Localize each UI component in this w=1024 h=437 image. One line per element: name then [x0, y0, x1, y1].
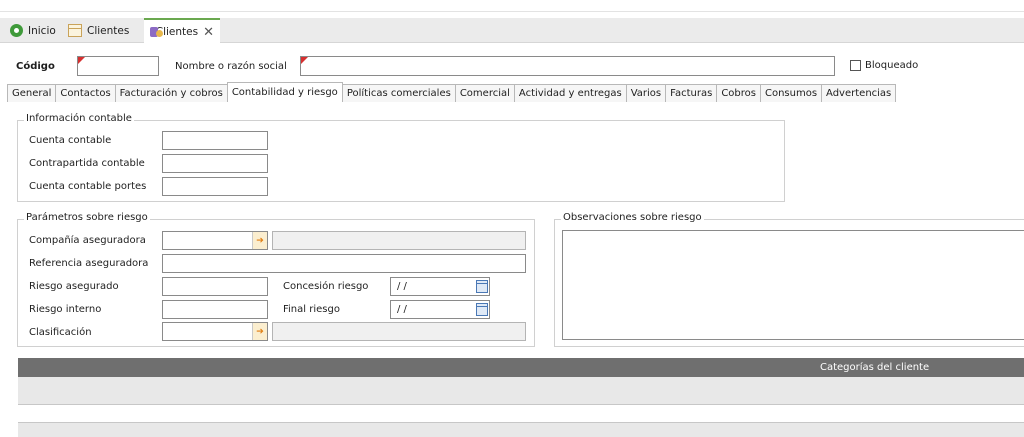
categorias-grid-footer	[18, 423, 1024, 437]
tab-varios[interactable]: Varios	[625, 84, 667, 102]
contrapartida-label: Contrapartida contable	[29, 158, 145, 169]
referencia-input[interactable]	[162, 254, 526, 273]
cuenta-contable-label: Cuenta contable	[29, 135, 112, 146]
concesion-date-input[interactable]: / /	[390, 277, 490, 296]
close-icon[interactable]: ✕	[203, 26, 214, 39]
codigo-input[interactable]	[77, 56, 159, 76]
cuenta-portes-label: Cuenta contable portes	[29, 181, 147, 192]
tab-advertencias[interactable]: Advertencias	[821, 84, 897, 102]
riesgo-interno-input[interactable]	[162, 300, 268, 319]
tab-label: Clientes	[87, 24, 130, 37]
observaciones-textarea[interactable]	[562, 230, 1024, 340]
compania-label: Compañía aseguradora	[29, 235, 146, 246]
categorias-grid-band	[18, 377, 1024, 404]
concesion-date-value: / /	[397, 281, 407, 292]
clasificacion-description	[272, 322, 526, 341]
tab-actividad-y-entregas[interactable]: Actividad y entregas	[513, 84, 627, 102]
cuenta-portes-input[interactable]	[162, 177, 268, 196]
riesgo-interno-label: Riesgo interno	[29, 304, 102, 315]
clasificacion-label: Clasificación	[29, 327, 92, 338]
clasificacion-input[interactable]: ➔	[162, 322, 268, 341]
calendar-icon[interactable]	[475, 301, 489, 318]
final-riesgo-label: Final riesgo	[283, 304, 340, 315]
observaciones-title: Observaciones sobre riesgo	[561, 212, 704, 223]
tab-clientes-list[interactable]: Clientes	[62, 18, 135, 43]
nombre-label: Nombre o razón social	[175, 61, 287, 72]
final-riesgo-date-value: / /	[397, 304, 407, 315]
tab-consumos[interactable]: Consumos	[759, 84, 823, 102]
bloqueado-label: Bloqueado	[865, 60, 919, 71]
referencia-label: Referencia aseguradora	[29, 258, 149, 269]
cuenta-contable-input[interactable]	[162, 131, 268, 150]
section-tabs: General Contactos Facturación y cobros Cont…	[7, 82, 897, 102]
tab-facturacion-y-cobros[interactable]: Facturación y cobros	[114, 84, 228, 102]
compania-description	[272, 231, 526, 250]
calendar-icon[interactable]	[475, 278, 489, 295]
tab-contabilidad-y-riesgo[interactable]: Contabilidad y riesgo	[226, 82, 343, 102]
tab-politicas-comerciales[interactable]: Políticas comerciales	[341, 84, 456, 102]
categorias-grid-header: Categorías del cliente	[18, 358, 1024, 377]
tab-clientes-record[interactable]: Clientes ✕	[144, 18, 220, 44]
window-top-strip	[0, 0, 1024, 12]
riesgo-asegurado-input[interactable]	[162, 277, 268, 296]
tab-comercial[interactable]: Comercial	[454, 84, 515, 102]
final-riesgo-date-input[interactable]: / /	[390, 300, 490, 319]
tab-general[interactable]: General	[7, 84, 57, 102]
contrapartida-input[interactable]	[162, 154, 268, 173]
tab-cobros[interactable]: Cobros	[716, 84, 761, 102]
tab-label: Inicio	[28, 24, 56, 37]
nombre-input[interactable]	[300, 56, 835, 76]
home-icon	[10, 24, 23, 37]
concesion-label: Concesión riesgo	[283, 281, 369, 292]
table-row[interactable]	[18, 404, 1024, 423]
tab-inicio[interactable]: Inicio	[4, 18, 62, 43]
lookup-arrow-icon[interactable]: ➔	[252, 232, 267, 249]
riesgo-title: Parámetros sobre riesgo	[24, 212, 150, 223]
lookup-arrow-icon[interactable]: ➔	[252, 323, 267, 340]
categorias-header-label: Categorías del cliente	[820, 362, 930, 373]
tab-facturas[interactable]: Facturas	[665, 84, 718, 102]
grid-icon	[68, 24, 82, 37]
tab-contactos[interactable]: Contactos	[55, 84, 116, 102]
info-contable-title: Información contable	[24, 113, 134, 124]
riesgo-asegurado-label: Riesgo asegurado	[29, 281, 119, 292]
codigo-label: Código	[16, 61, 55, 72]
bloqueado-checkbox[interactable]	[850, 60, 861, 71]
compania-input[interactable]: ➔	[162, 231, 268, 250]
user-icon	[150, 26, 160, 38]
